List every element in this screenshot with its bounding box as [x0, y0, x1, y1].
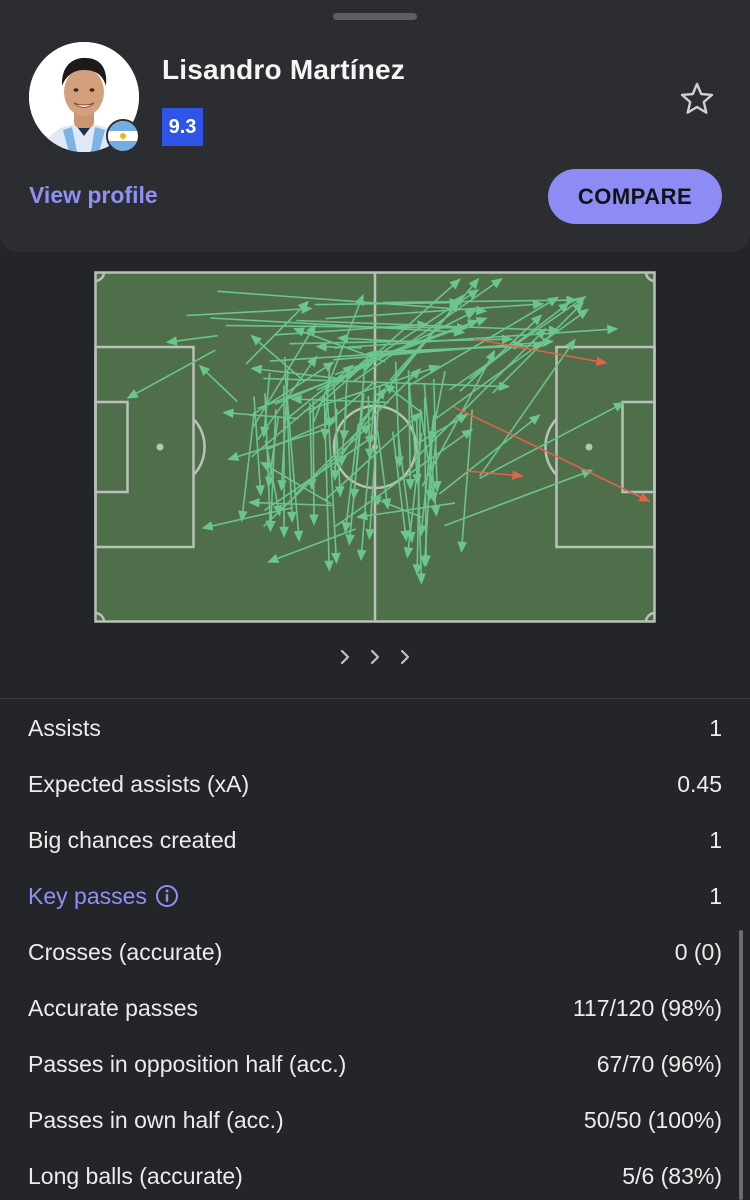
compare-button[interactable]: COMPARE — [548, 169, 722, 224]
stat-label: Assists — [28, 715, 101, 742]
pass-arrow — [309, 400, 319, 526]
stat-row: Passes in opposition half (acc.) 67/70 (9… — [28, 1044, 722, 1084]
stat-value: 50/50 (100%) — [583, 1106, 722, 1133]
chevron-right-icon — [370, 649, 380, 665]
scrollbar[interactable] — [739, 930, 743, 1200]
star-icon[interactable] — [678, 80, 716, 118]
stat-row: Accurate passes 117/120 (98%) — [28, 988, 722, 1028]
stat-value: 1 — [709, 882, 722, 909]
stat-label: Passes in opposition half (acc.) — [28, 1051, 346, 1078]
stat-label: Big chances created — [28, 827, 236, 854]
stat-label-text: Passes in opposition half (acc.) — [28, 1050, 347, 1077]
chevron-right-icon — [400, 649, 410, 665]
stat-row: Crosses (accurate) 0 (0) — [28, 932, 722, 972]
argentina-flag-icon — [106, 119, 140, 153]
stat-label-text: Crosses (accurate) — [28, 938, 223, 965]
stat-value: 0 (0) — [674, 938, 722, 965]
stat-row: Long balls (accurate) 5/6 (83%) — [28, 1156, 722, 1196]
stat-value: 117/120 (98%) — [572, 994, 722, 1021]
drag-handle[interactable] — [333, 13, 417, 20]
stat-label-text: Key passes — [28, 882, 147, 909]
chevron-right-icon — [340, 649, 350, 665]
stat-row[interactable]: Key passes 1 — [28, 876, 722, 916]
stat-label-text: Accurate passes — [28, 994, 199, 1021]
stat-label[interactable]: Key passes — [28, 883, 179, 910]
player-header-card: Lisandro Martínez 9.3 View profile COMPA… — [0, 0, 750, 252]
stat-value: 5/6 (83%) — [622, 1162, 722, 1189]
stat-label: Long balls (accurate) — [28, 1163, 243, 1190]
stat-label-text: Long balls (accurate) — [28, 1162, 243, 1189]
pager[interactable] — [336, 645, 416, 669]
stat-row: Expected assists (xA) 0.45 — [28, 764, 722, 804]
view-profile-link[interactable]: View profile — [29, 182, 158, 209]
stat-label: Crosses (accurate) — [28, 939, 222, 966]
stat-value: 1 — [709, 826, 722, 853]
stat-label: Accurate passes — [28, 995, 198, 1022]
stat-label-text: Passes in own half (acc.) — [28, 1106, 284, 1133]
stat-value: 0.45 — [677, 770, 722, 797]
stat-label-text: Big chances created — [28, 826, 237, 853]
stat-label: Expected assists (xA) — [28, 771, 249, 798]
stat-label-text: Assists — [28, 714, 101, 741]
stat-value: 67/70 (96%) — [596, 1050, 722, 1077]
stat-row: Assists 1 — [28, 708, 722, 748]
stat-row: Big chances created 1 — [28, 820, 722, 860]
stat-label-text: Expected assists (xA) — [28, 770, 250, 797]
stat-label: Passes in own half (acc.) — [28, 1107, 284, 1134]
divider — [0, 698, 750, 699]
player-name: Lisandro Martínez — [162, 54, 405, 85]
stat-value: 1 — [709, 714, 722, 741]
rating-badge: 9.3 — [162, 108, 203, 146]
info-icon[interactable] — [155, 884, 179, 908]
pass-map-pitch — [94, 271, 656, 623]
pass-map — [94, 271, 656, 623]
stat-row: Passes in own half (acc.) 50/50 (100%) — [28, 1100, 722, 1140]
